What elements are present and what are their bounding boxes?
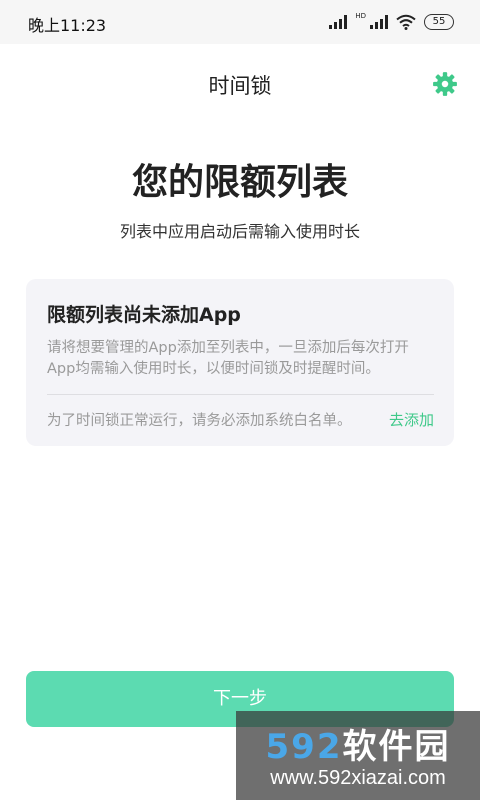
whitelist-note: 为了时间锁正常运行，请务必添加系统白名单。 (47, 413, 352, 429)
add-whitelist-link[interactable]: 去添加 (389, 409, 434, 430)
watermark-brand-cn: 软件园 (342, 727, 451, 767)
hd-label: HD (355, 12, 366, 20)
watermark: 592软件园 www.592xiazai.com (236, 711, 480, 800)
watermark-brand: 592软件园 (236, 719, 480, 768)
card-title: 限额列表尚未添加App (47, 304, 241, 326)
battery-icon: 55 (424, 14, 454, 30)
card-description: 请将想要管理的App添加至列表中，一旦添加后每次打开App均需输入使用时长，以便… (47, 340, 409, 377)
status-icons: HD 55 (329, 12, 454, 32)
empty-list-card: 限额列表尚未添加App 请将想要管理的App添加至列表中，一旦添加后每次打开Ap… (26, 279, 454, 446)
card-divider (47, 394, 434, 395)
wifi-icon (396, 14, 416, 30)
hero-title: 您的限额列表 (131, 162, 348, 203)
signal-icon (329, 15, 348, 29)
hero-subtitle: 列表中应用启动后需输入使用时长 (119, 222, 360, 241)
status-time: 晚上11:23 (28, 16, 107, 35)
watermark-url: www.592xiazai.com (270, 767, 446, 789)
page-title: 时间锁 (208, 74, 272, 98)
gear-icon[interactable] (432, 71, 458, 97)
signal-hd-icon (370, 15, 388, 29)
watermark-brand-num: 592 (265, 727, 343, 767)
status-bar: 晚上11:23 HD 55 (0, 0, 480, 44)
